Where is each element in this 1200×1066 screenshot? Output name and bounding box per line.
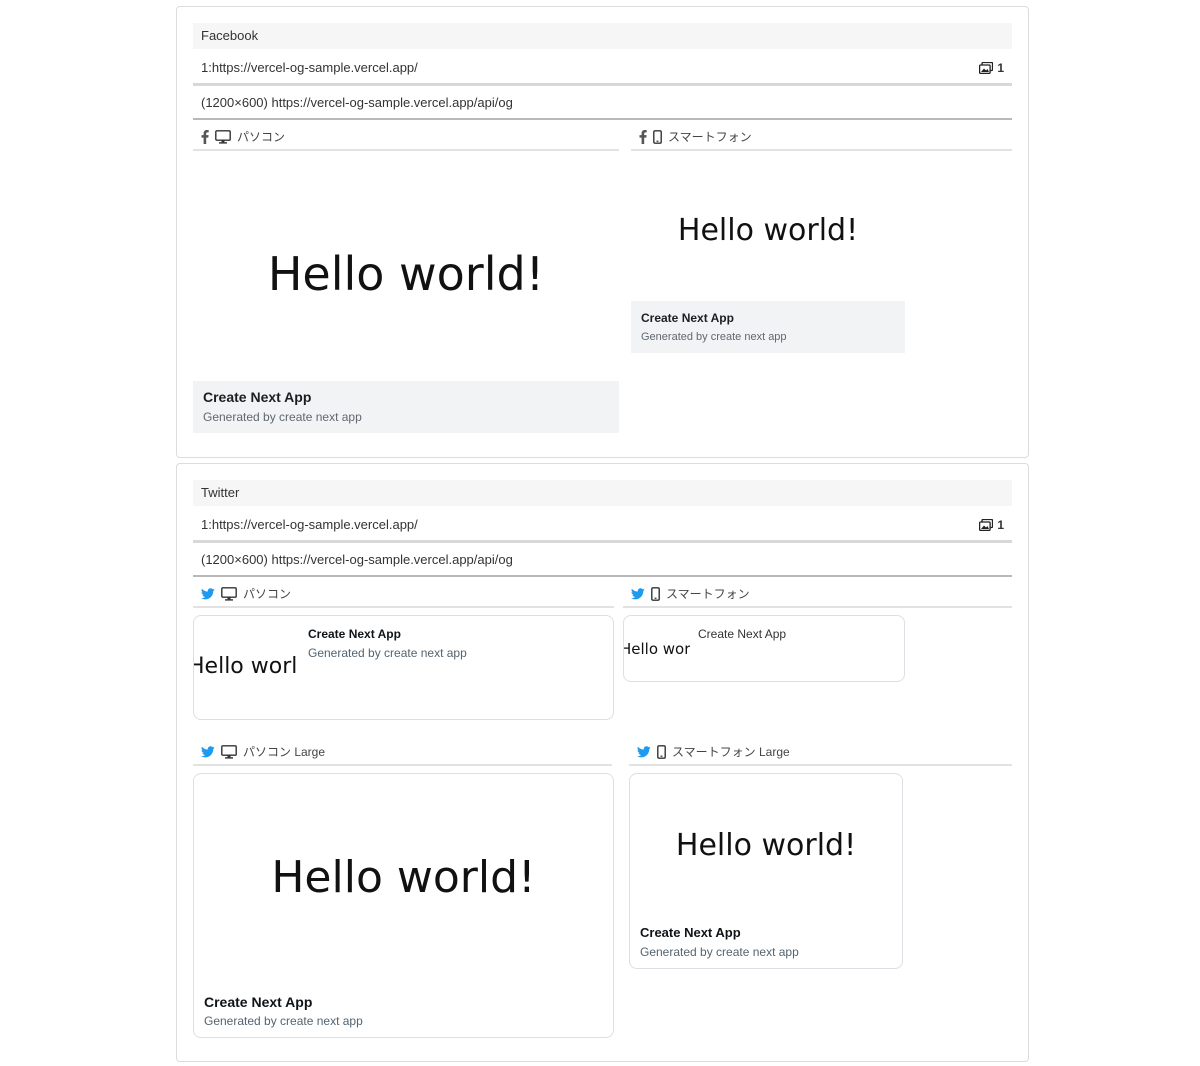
images-icon [979, 519, 994, 531]
twitter-summary-card-pc[interactable]: Hello world Create Next App Generated by… [193, 615, 614, 720]
link-description: Generated by create next app [204, 1014, 363, 1028]
facebook-icon [639, 130, 647, 144]
link-title: Create Next App [203, 389, 312, 405]
facebook-icon [201, 130, 209, 144]
mobile-icon [653, 130, 662, 144]
section-label: スマートフォン [666, 587, 750, 601]
link-description: Generated by create next app [641, 331, 787, 343]
link-title: Create Next App [308, 627, 401, 641]
og-image-sp[interactable]: Hello world! [631, 159, 905, 301]
mobile-icon [657, 745, 666, 759]
url-text[interactable]: 1:https://vercel-og-sample.vercel.app/ [201, 517, 418, 532]
og-image-text: Hello world! [675, 828, 857, 863]
section-label: パソコン Large [243, 745, 326, 759]
image-count-value: 1 [997, 518, 1004, 532]
link-title: Create Next App [640, 925, 741, 940]
link-description: Generated by create next app [308, 646, 467, 660]
twitter-icon [201, 746, 215, 758]
mobile-icon [651, 587, 660, 601]
image-url-text[interactable]: (1200×600) https://vercel-og-sample.verc… [201, 552, 513, 567]
link-title: Create Next App [641, 311, 734, 325]
og-image-pc[interactable]: Hello world! [193, 159, 619, 381]
og-thumbnail: Hello world [194, 616, 298, 719]
section-label: パソコン [243, 587, 292, 601]
twitter-icon [201, 588, 215, 600]
twitter-icon [631, 588, 645, 600]
image-url-row[interactable]: (1200×600) https://vercel-og-sample.verc… [193, 86, 1012, 120]
section-header-sp-large: スマートフォン Large [629, 740, 1012, 766]
og-image-text: Hello world! [267, 247, 545, 301]
desktop-icon [221, 745, 237, 759]
url-row[interactable]: 1:https://vercel-og-sample.vercel.app/ 1 [193, 52, 1012, 86]
section-label: パソコン [237, 130, 286, 144]
twitter-icon [637, 746, 651, 758]
section-header-pc-large: パソコン Large [193, 740, 612, 766]
og-thumbnail: Hello world [624, 616, 690, 681]
platform-header-twitter: Twitter [193, 480, 1012, 506]
link-meta-pc[interactable]: Create Next App Generated by create next… [193, 381, 619, 433]
facebook-preview-card: Facebook 1:https://vercel-og-sample.verc… [176, 6, 1029, 458]
section-header-sp: スマートフォン [631, 125, 1012, 151]
link-description: Generated by create next app [203, 410, 362, 424]
image-url-text[interactable]: (1200×600) https://vercel-og-sample.verc… [201, 95, 513, 110]
desktop-icon [215, 130, 231, 144]
link-meta-sp[interactable]: Create Next App Generated by create next… [631, 301, 905, 353]
section-label: スマートフォン Large [672, 745, 790, 759]
images-icon [979, 62, 994, 74]
og-image-text: Hello world! [677, 213, 859, 248]
twitter-large-card-sp[interactable]: Hello world! Create Next App Generated b… [629, 773, 903, 969]
twitter-summary-card-sp[interactable]: Hello world Create Next App [623, 615, 905, 682]
link-description: Generated by create next app [640, 945, 799, 959]
og-image-text: Hello world [624, 640, 690, 658]
url-row[interactable]: 1:https://vercel-og-sample.vercel.app/ 1 [193, 509, 1012, 543]
og-image-text: Hello world [194, 654, 298, 679]
link-title: Create Next App [204, 994, 313, 1010]
url-text[interactable]: 1:https://vercel-og-sample.vercel.app/ [201, 60, 418, 75]
image-url-row[interactable]: (1200×600) https://vercel-og-sample.verc… [193, 543, 1012, 577]
image-count: 1 [979, 509, 1004, 541]
image-count-value: 1 [997, 61, 1004, 75]
section-header-pc: パソコン [193, 125, 619, 151]
section-header-pc: パソコン [193, 582, 614, 608]
section-label: スマートフォン [668, 130, 752, 144]
og-image-text: Hello world! [271, 852, 536, 903]
image-count: 1 [979, 52, 1004, 84]
twitter-preview-card: Twitter 1:https://vercel-og-sample.verce… [176, 463, 1029, 1062]
platform-name: Facebook [201, 28, 259, 43]
platform-name: Twitter [201, 485, 240, 500]
platform-header-facebook: Facebook [193, 23, 1012, 49]
desktop-icon [221, 587, 237, 601]
link-title: Create Next App [698, 627, 787, 641]
twitter-large-card-pc[interactable]: Hello world! Create Next App Generated b… [193, 773, 614, 1038]
section-header-sp: スマートフォン [623, 582, 1012, 608]
